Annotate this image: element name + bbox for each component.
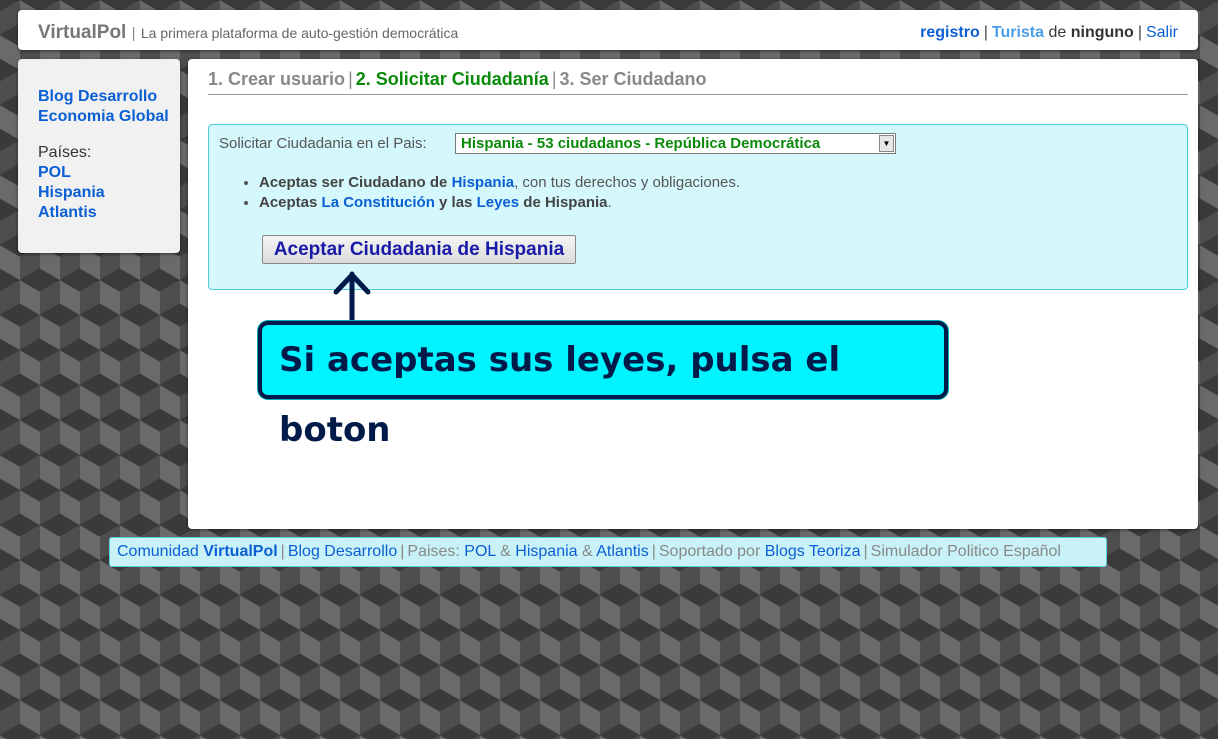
hispania-link[interactable]: Hispania — [452, 174, 515, 191]
country-select-label: Solicitar Ciudadania en el Pais: — [219, 135, 427, 152]
logout-link[interactable]: Salir — [1146, 24, 1178, 41]
list-item: Aceptas ser Ciudadano de Hispania, con t… — [259, 173, 740, 193]
list-item: Aceptas La Constitución y las Leyes de H… — [259, 193, 740, 213]
footer-amp: & — [500, 543, 511, 560]
nobody-text: ninguno — [1070, 24, 1134, 41]
accept-citizenship-button[interactable]: Aceptar Ciudadania de Hispania — [262, 235, 576, 264]
sidebar-country-pol[interactable]: POL — [38, 163, 169, 183]
sidebar-link-economy[interactable]: Economia Global — [38, 107, 169, 127]
callout-box: Si aceptas sus leyes, pulsa el boton — [258, 321, 948, 450]
footer-community-text: Comunidad — [117, 543, 199, 560]
sidebar: Blog Desarrollo Economia Global Países: … — [18, 59, 180, 253]
separator: | — [348, 69, 353, 89]
user-bar: registro | Turista de ninguno | Salir — [920, 24, 1178, 42]
term-text: de Hispania — [523, 194, 608, 211]
country-select[interactable]: Hispania - 53 ciudadanos - República Dem… — [455, 133, 896, 154]
term-text: Aceptas ser Ciudadano de — [259, 174, 448, 191]
selected-country: Hispania - 53 ciudadanos - República Dem… — [461, 135, 821, 152]
tagline: La primera plataforma de auto-gestión de… — [140, 25, 459, 41]
footer-community-brand: VirtualPol — [203, 543, 278, 560]
terms-list: Aceptas ser Ciudadano de Hispania, con t… — [239, 173, 740, 213]
separator: | — [400, 543, 405, 560]
sidebar-country-hispania[interactable]: Hispania — [38, 183, 169, 203]
sidebar-link-blog[interactable]: Blog Desarrollo — [38, 87, 169, 107]
term-text: y las — [439, 194, 473, 211]
brand-separator: | — [131, 25, 136, 42]
step-create-user: 1. Crear usuario — [208, 69, 346, 89]
footer-countries-label: Paises: — [407, 543, 460, 560]
separator: | — [551, 69, 557, 89]
dropdown-arrow-icon[interactable]: ▼ — [879, 135, 894, 152]
brand-name[interactable]: VirtualPol — [38, 22, 126, 43]
footer-country-atlantis[interactable]: Atlantis — [596, 543, 648, 560]
register-link[interactable]: registro — [920, 24, 980, 41]
brand: VirtualPol | La primera plataforma de au… — [38, 22, 458, 44]
up-arrow-icon — [333, 271, 371, 326]
footer: Comunidad VirtualPol | Blog Desarrollo | Pai… — [109, 537, 1107, 567]
steps-breadcrumb: 1. Crear usuario | 2. Solicitar Ciudadanía… — [208, 69, 1188, 95]
footer-simulator-text: Simulador Politico Español — [870, 543, 1061, 560]
laws-link[interactable]: Leyes — [477, 194, 520, 211]
separator: | — [863, 543, 868, 560]
of-text: de — [1048, 24, 1067, 41]
step-be-citizen: 3. Ser Ciudadano — [559, 69, 707, 89]
term-text: . — [607, 194, 612, 211]
separator: | — [651, 543, 656, 560]
sidebar-countries-label: Países: — [38, 144, 92, 161]
term-text: Aceptas — [259, 194, 318, 211]
footer-community-link[interactable]: Comunidad VirtualPol — [117, 543, 278, 560]
sidebar-country-atlantis[interactable]: Atlantis — [38, 203, 169, 223]
footer-amp: & — [582, 543, 593, 560]
constitution-link[interactable]: La Constitución — [322, 194, 435, 211]
footer-blogs-teoriza-link[interactable]: Blogs Teoriza — [765, 543, 861, 560]
footer-blog-link[interactable]: Blog Desarrollo — [288, 543, 397, 560]
term-text: , con tus derechos y obligaciones. — [514, 174, 741, 191]
step-request-citizenship: 2. Solicitar Ciudadanía — [355, 69, 549, 89]
separator: | — [280, 543, 285, 560]
footer-supported-text: Soportado por — [658, 543, 761, 560]
tourist-link[interactable]: Turista — [992, 24, 1044, 41]
top-bar: VirtualPol | La primera plataforma de au… — [18, 10, 1198, 50]
separator: | — [1137, 24, 1142, 41]
footer-country-pol[interactable]: POL — [464, 543, 495, 560]
footer-country-hispania[interactable]: Hispania — [515, 543, 577, 560]
sidebar-list: Blog Desarrollo Economia Global Países: … — [38, 87, 169, 223]
separator: | — [983, 24, 988, 41]
citizenship-panel: Solicitar Ciudadania en el Pais: Hispani… — [208, 124, 1188, 290]
